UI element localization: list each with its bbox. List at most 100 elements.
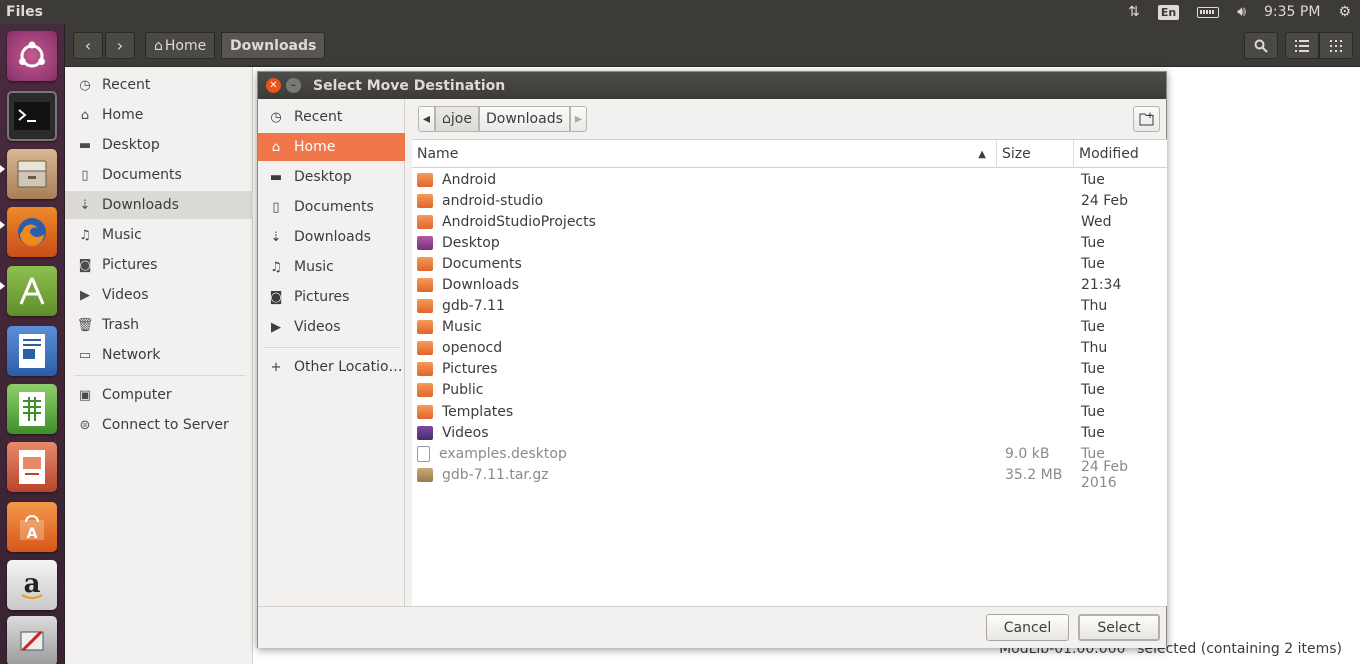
dlg-sidebar-desktop[interactable]: ▬ Desktop bbox=[258, 163, 405, 191]
file-list: Name ▲ Size Modified Android Tue android-s… bbox=[412, 139, 1167, 606]
row-name: AndroidStudioProjects bbox=[412, 214, 997, 230]
move-destination-dialog: ✕ – Select Move Destination ◷ Recent ⌂ Hom… bbox=[257, 71, 1167, 648]
network-icon: ▭ bbox=[78, 347, 92, 363]
dlg-sidebar-downloads[interactable]: ⇣ Downloads bbox=[258, 223, 405, 251]
path-scroll-right[interactable]: ▸ bbox=[569, 106, 587, 132]
row-name: Downloads bbox=[412, 277, 997, 293]
table-row[interactable]: Public Tue bbox=[412, 380, 1167, 401]
desktop-folder-icon bbox=[417, 235, 433, 250]
system-tools-icon[interactable] bbox=[7, 616, 57, 664]
sidebar-item-desktop[interactable]: ▬ Desktop bbox=[65, 131, 253, 159]
table-row[interactable]: Android Tue bbox=[412, 169, 1167, 190]
plus-icon: + bbox=[270, 359, 282, 375]
keyboard-language[interactable]: En bbox=[1157, 4, 1180, 20]
firefox-icon[interactable] bbox=[7, 207, 57, 257]
dlg-sidebar-documents[interactable]: ▯ Documents bbox=[258, 193, 405, 221]
sidebar-item-videos[interactable]: ▶ Videos bbox=[65, 281, 253, 309]
network-icon[interactable]: ⇅ bbox=[1128, 4, 1140, 20]
sidebar-item-connect-to-server[interactable]: ⊜ Connect to Server bbox=[65, 411, 253, 439]
close-icon[interactable]: ✕ bbox=[266, 78, 281, 93]
camera-icon: ◙ bbox=[269, 289, 283, 305]
folder-icon bbox=[417, 214, 433, 229]
sidebar-item-computer[interactable]: ▣ Computer bbox=[65, 381, 253, 409]
sidebar-item-recent[interactable]: ◷ Recent bbox=[65, 71, 253, 99]
terminal-icon[interactable] bbox=[7, 91, 57, 141]
sidebar-item-trash[interactable]: 🗑︎ Trash bbox=[65, 311, 253, 339]
text-file-icon bbox=[417, 445, 430, 462]
crumb-downloads[interactable]: Downloads bbox=[221, 32, 326, 59]
column-size[interactable]: Size bbox=[997, 140, 1074, 168]
gear-icon[interactable]: ⚙ bbox=[1338, 4, 1351, 20]
sidebar-item-music[interactable]: ♫ Music bbox=[65, 221, 253, 249]
table-row[interactable]: android-studio 24 Feb bbox=[412, 190, 1167, 211]
battery-icon[interactable] bbox=[1197, 6, 1220, 18]
dlg-sidebar-music[interactable]: ♫ Music bbox=[258, 253, 405, 281]
row-size: 35.2 MB bbox=[1005, 466, 1063, 483]
dlg-sidebar-other-locations[interactable]: + Other Locatio… bbox=[258, 353, 405, 381]
sidebar-item-network[interactable]: ▭ Network bbox=[65, 341, 253, 369]
dialog-title: Select Move Destination bbox=[313, 77, 506, 94]
back-button[interactable]: ‹ bbox=[73, 32, 103, 59]
table-row[interactable]: Downloads 21:34 bbox=[412, 274, 1167, 295]
sidebar-item-home[interactable]: ⌂ Home bbox=[65, 101, 253, 129]
row-name: openocd bbox=[412, 340, 997, 356]
grid-view-button[interactable] bbox=[1319, 32, 1353, 59]
forward-button[interactable]: › bbox=[105, 32, 135, 59]
dlg-sidebar-videos[interactable]: ▶ Videos bbox=[258, 313, 405, 341]
table-row[interactable]: gdb-7.11.tar.gz 35.2 MB 24 Feb 2016 bbox=[412, 459, 1167, 491]
row-name: Desktop bbox=[412, 235, 997, 251]
table-row[interactable]: Templates Tue bbox=[412, 401, 1167, 422]
sidebar-item-downloads[interactable]: ⇣ Downloads bbox=[65, 191, 253, 219]
download-icon: ⇣ bbox=[79, 197, 91, 213]
table-row[interactable]: openocd Thu bbox=[412, 338, 1167, 359]
row-modified: Tue bbox=[1081, 361, 1105, 378]
dlg-sidebar-home[interactable]: ⌂ Home bbox=[258, 133, 405, 161]
volume-icon[interactable]: 🔊︎ bbox=[1237, 4, 1246, 20]
crumb-home[interactable]: ⌂ Home bbox=[145, 32, 216, 59]
home-icon: ⌂ bbox=[271, 139, 281, 155]
top-panel: Files ⇅ En 🔊︎ 9:35 PM ⚙ bbox=[0, 0, 1360, 24]
cancel-button[interactable]: Cancel bbox=[986, 614, 1069, 641]
row-modified: Tue bbox=[1081, 319, 1105, 336]
videos-folder-icon bbox=[417, 425, 433, 440]
new-folder-button[interactable] bbox=[1133, 106, 1160, 132]
software-center-icon[interactable]: A bbox=[7, 502, 57, 552]
row-modified: 24 Feb bbox=[1081, 192, 1129, 209]
music-icon: ♫ bbox=[79, 227, 91, 243]
table-row[interactable]: examples.desktop 9.0 kB Tue bbox=[412, 443, 1167, 464]
path-home[interactable]: ⌂ joe bbox=[435, 106, 479, 132]
impress-icon[interactable] bbox=[7, 442, 57, 492]
dlg-sidebar-recent[interactable]: ◷ Recent bbox=[258, 103, 405, 131]
row-modified: Thu bbox=[1081, 298, 1108, 315]
table-row[interactable]: Videos Tue bbox=[412, 422, 1167, 443]
files-icon[interactable] bbox=[7, 149, 57, 199]
amazon-icon[interactable]: a bbox=[7, 560, 57, 610]
column-name[interactable]: Name ▲ bbox=[412, 140, 997, 168]
row-modified: Tue bbox=[1081, 403, 1105, 420]
clock[interactable]: 9:35 PM bbox=[1264, 4, 1320, 20]
table-row[interactable]: Music Tue bbox=[412, 317, 1167, 338]
table-row[interactable]: Desktop Tue bbox=[412, 232, 1167, 253]
table-row[interactable]: Documents Tue bbox=[412, 253, 1167, 274]
list-view-button[interactable] bbox=[1285, 32, 1319, 59]
path-scroll-left[interactable]: ◂ bbox=[418, 106, 436, 132]
row-modified: 24 Feb 2016 bbox=[1081, 458, 1129, 491]
select-button[interactable]: Select bbox=[1078, 614, 1160, 641]
minimize-icon[interactable]: – bbox=[286, 78, 301, 93]
table-row[interactable]: AndroidStudioProjects Wed bbox=[412, 211, 1167, 232]
dash-icon[interactable] bbox=[7, 31, 57, 81]
writer-icon[interactable] bbox=[7, 326, 57, 376]
column-modified[interactable]: Modified bbox=[1074, 140, 1167, 168]
table-row[interactable]: Pictures Tue bbox=[412, 359, 1167, 380]
sidebar-item-pictures[interactable]: ◙ Pictures bbox=[65, 251, 253, 279]
dlg-sidebar-pictures[interactable]: ◙ Pictures bbox=[258, 283, 405, 311]
sidebar-item-documents[interactable]: ▯ Documents bbox=[65, 161, 253, 189]
android-studio-icon[interactable] bbox=[7, 266, 57, 316]
search-button[interactable] bbox=[1244, 32, 1278, 59]
archive-icon bbox=[417, 467, 433, 482]
path-downloads[interactable]: Downloads bbox=[479, 106, 570, 132]
table-row[interactable]: gdb-7.11 Thu bbox=[412, 296, 1167, 317]
row-modified: Tue bbox=[1081, 382, 1105, 399]
calc-icon[interactable] bbox=[7, 384, 57, 434]
list-icon bbox=[1295, 39, 1309, 52]
